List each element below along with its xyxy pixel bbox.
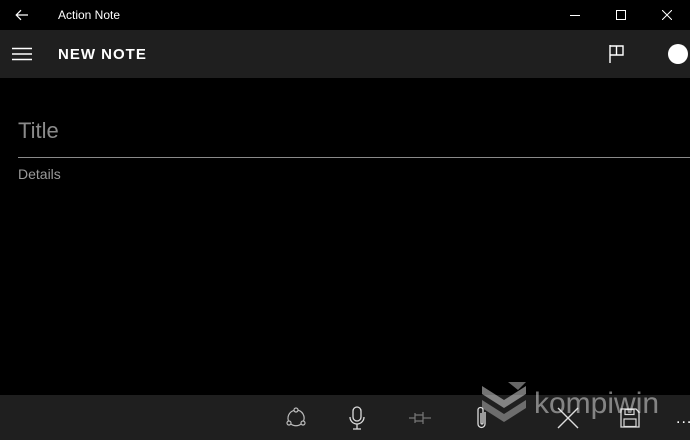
title-underline <box>18 157 690 158</box>
page-title: NEW NOTE <box>58 45 147 63</box>
minimize-button[interactable] <box>552 0 598 30</box>
pin-button[interactable] <box>400 395 440 440</box>
back-button[interactable] <box>0 0 44 30</box>
title-input[interactable] <box>18 112 690 150</box>
title-bar: Action Note <box>0 0 690 30</box>
details-input[interactable] <box>18 166 678 196</box>
maximize-icon <box>616 10 626 20</box>
microphone-icon <box>349 405 365 430</box>
menu-button[interactable] <box>0 30 44 78</box>
flag-button[interactable] <box>600 30 634 78</box>
close-icon <box>662 10 672 20</box>
close-button[interactable] <box>644 0 690 30</box>
more-options-button[interactable]: ... <box>676 410 690 428</box>
flag-icon <box>609 45 624 63</box>
back-arrow-icon <box>15 9 28 21</box>
window-controls <box>552 0 690 30</box>
hamburger-menu-icon <box>12 47 32 61</box>
maximize-button[interactable] <box>598 0 644 30</box>
share-icon <box>286 406 306 426</box>
watermark: kompiwin <box>478 376 659 432</box>
share-button[interactable] <box>276 395 316 440</box>
color-picker-button[interactable] <box>668 44 688 64</box>
minimize-icon <box>570 15 580 16</box>
watermark-text: kompiwin <box>534 387 660 420</box>
pin-icon <box>409 411 431 424</box>
kompiwin-logo-icon <box>482 382 526 422</box>
app-header: NEW NOTE <box>0 30 690 78</box>
microphone-button[interactable] <box>337 395 377 440</box>
window-title: Action Note <box>58 8 121 22</box>
